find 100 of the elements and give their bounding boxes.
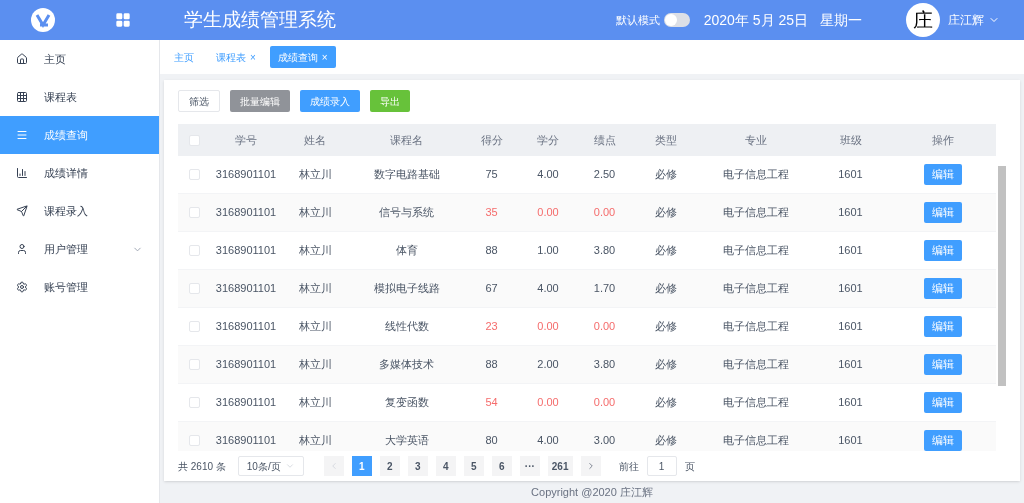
page-size-select[interactable]: 10条/页 bbox=[237, 456, 304, 476]
checkbox[interactable] bbox=[189, 359, 200, 370]
table-cell: 0.00 bbox=[537, 320, 559, 333]
checkbox[interactable] bbox=[189, 169, 200, 180]
user-icon bbox=[16, 243, 28, 255]
page-input[interactable]: 1 bbox=[646, 456, 677, 476]
edit-button[interactable]: 编辑 bbox=[923, 430, 962, 451]
table-cell: 3168901101 bbox=[215, 434, 277, 447]
page-button[interactable]: 5 bbox=[463, 456, 484, 476]
page-button[interactable]: ··· bbox=[519, 456, 540, 476]
home-icon bbox=[16, 53, 28, 65]
edit-button[interactable]: 编辑 bbox=[923, 240, 962, 261]
checkbox[interactable] bbox=[189, 435, 200, 446]
table-cell: 1601 bbox=[838, 244, 863, 257]
toolbar-button[interactable]: 批量编辑 bbox=[230, 90, 290, 112]
table-cell: 3168901101 bbox=[215, 358, 277, 371]
user-name[interactable]: 庄江辉 bbox=[948, 11, 984, 29]
table-cell: 88 bbox=[485, 244, 498, 257]
close-icon[interactable]: × bbox=[321, 49, 328, 65]
edit-button[interactable]: 编辑 bbox=[923, 202, 962, 223]
page-button[interactable]: 4 bbox=[435, 456, 456, 476]
copyright-text: Copyright @2020 庄江辉 bbox=[531, 484, 653, 500]
next-page-button[interactable] bbox=[580, 456, 601, 476]
sidebar-item[interactable]: 账号管理 bbox=[0, 268, 159, 306]
table-cell: 电子信息工程 bbox=[722, 206, 789, 219]
sidebar-item[interactable]: 用户管理 bbox=[0, 230, 159, 268]
prev-page-button[interactable] bbox=[323, 456, 344, 476]
checkbox[interactable] bbox=[189, 321, 200, 332]
table-cell: 必修 bbox=[654, 320, 677, 333]
checkbox[interactable] bbox=[189, 134, 200, 146]
page-tab[interactable]: 成绩查询 × bbox=[269, 46, 336, 68]
app-title: 学生成绩管理系统 bbox=[184, 7, 336, 32]
column-header: 专业 bbox=[744, 133, 767, 146]
grid-icon[interactable] bbox=[114, 12, 131, 28]
page-button[interactable]: 2 bbox=[379, 456, 400, 476]
page-button[interactable]: 3 bbox=[407, 456, 428, 476]
table-cell: 1601 bbox=[838, 206, 863, 219]
send-icon bbox=[16, 205, 28, 217]
column-header: 课程名 bbox=[390, 133, 423, 146]
table-cell: 林立川 bbox=[298, 168, 332, 181]
table-cell: 1601 bbox=[838, 282, 863, 295]
table-cell: 必修 bbox=[654, 434, 677, 447]
edit-button[interactable]: 编辑 bbox=[923, 278, 962, 299]
table-cell: 54 bbox=[485, 396, 498, 409]
table-cell: 1601 bbox=[838, 396, 863, 409]
sidebar-item[interactable]: 成绩查询 bbox=[0, 116, 159, 154]
table-cell: 林立川 bbox=[298, 434, 332, 447]
table-cell: 80 bbox=[485, 434, 498, 447]
edit-button[interactable]: 编辑 bbox=[923, 316, 962, 337]
table-cell: 4.00 bbox=[537, 434, 559, 447]
table-cell: 电子信息工程 bbox=[722, 320, 789, 333]
table-cell: 3168901101 bbox=[215, 396, 277, 409]
table-cell: 0.00 bbox=[537, 206, 559, 219]
checkbox[interactable] bbox=[189, 245, 200, 256]
table-cell: 1601 bbox=[838, 168, 863, 181]
settings-icon bbox=[16, 281, 28, 293]
mode-switch[interactable] bbox=[663, 13, 690, 27]
edit-button[interactable]: 编辑 bbox=[923, 164, 962, 185]
user-avatar[interactable]: 庄 bbox=[906, 3, 940, 37]
table-cell: 0.00 bbox=[593, 396, 616, 409]
table-cell: 4.00 bbox=[537, 282, 559, 295]
edit-button[interactable]: 编辑 bbox=[923, 392, 962, 413]
table-cell: 3168901101 bbox=[215, 282, 277, 295]
column-header: 操作 bbox=[931, 133, 954, 146]
table-cell: 0.00 bbox=[593, 206, 616, 219]
sidebar-item[interactable]: 主页 bbox=[0, 40, 159, 78]
date-text: 2020年 5月 25日 bbox=[703, 10, 808, 30]
table-cell: 88 bbox=[485, 358, 498, 371]
column-header: 姓名 bbox=[304, 133, 326, 146]
table-cell: 3.80 bbox=[593, 244, 616, 257]
checkbox[interactable] bbox=[189, 207, 200, 218]
table-cell: 0.00 bbox=[537, 396, 559, 409]
page-button[interactable]: 6 bbox=[491, 456, 512, 476]
close-icon[interactable]: × bbox=[250, 49, 256, 65]
table-cell: 大学英语 bbox=[384, 434, 429, 447]
sidebar-item[interactable]: 成绩详情 bbox=[0, 154, 159, 192]
toolbar-button[interactable]: 成绩录入 bbox=[300, 90, 360, 112]
checkbox[interactable] bbox=[189, 397, 200, 408]
table-cell: 林立川 bbox=[298, 358, 332, 371]
menu-icon bbox=[16, 129, 28, 141]
column-header: 学号 bbox=[235, 133, 257, 146]
sidebar-item[interactable]: 课程表 bbox=[0, 78, 159, 116]
toolbar-button[interactable]: 筛选 bbox=[178, 90, 220, 112]
table-cell: 0.00 bbox=[593, 320, 616, 333]
sidebar-item[interactable]: 课程录入 bbox=[0, 192, 159, 230]
logo-icon bbox=[29, 7, 56, 33]
toolbar-button[interactable]: 导出 bbox=[370, 90, 410, 112]
table-cell: 林立川 bbox=[298, 206, 332, 219]
page-button[interactable]: 1 bbox=[351, 456, 372, 476]
total-count: 共 2610 条 bbox=[178, 459, 226, 474]
edit-button[interactable]: 编辑 bbox=[923, 354, 962, 375]
column-header: 学分 bbox=[537, 133, 559, 146]
page-button[interactable]: 261 bbox=[547, 456, 573, 476]
table-cell: 林立川 bbox=[298, 396, 332, 409]
table-cell: 75 bbox=[485, 168, 498, 181]
table-cell: 多媒体技术 bbox=[379, 358, 434, 371]
table-cell: 线性代数 bbox=[384, 320, 429, 333]
table-cell: 必修 bbox=[654, 396, 677, 409]
checkbox[interactable] bbox=[189, 283, 200, 294]
table-cell: 1601 bbox=[838, 320, 863, 333]
